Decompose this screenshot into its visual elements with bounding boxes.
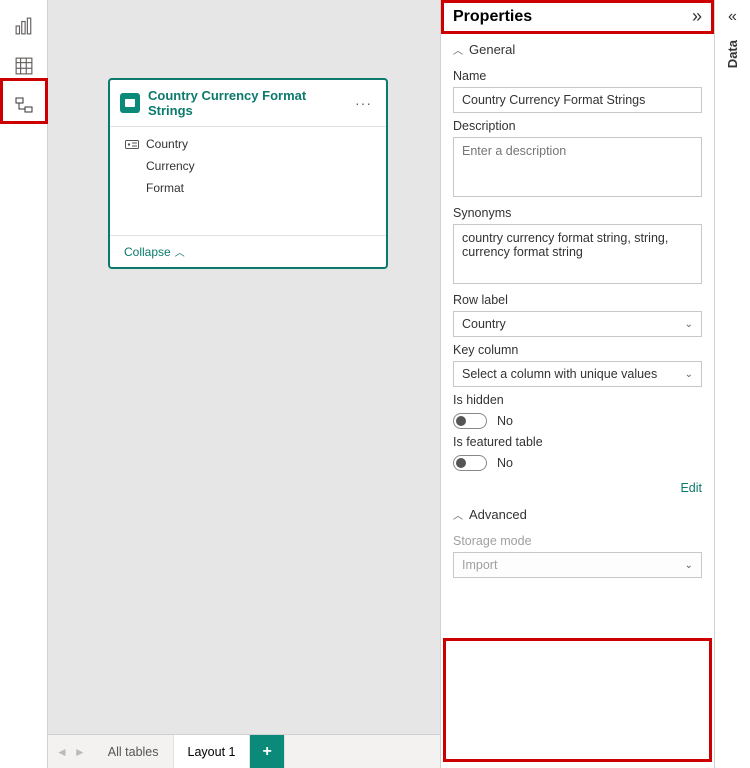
chevron-up-icon: ︿	[453, 42, 463, 57]
key-column-select[interactable]: Select a column with unique values ⌄	[453, 361, 702, 387]
model-canvas[interactable]: Country Currency Format Strings ··· Coun…	[48, 0, 440, 734]
row-label-label: Row label	[453, 293, 702, 307]
storage-mode-value: Import	[462, 558, 497, 572]
properties-header-highlight	[441, 0, 714, 34]
tab-layout-1[interactable]: Layout 1	[174, 735, 251, 768]
table-collapse-button[interactable]: Collapse ︿	[110, 235, 386, 267]
chevron-down-icon: ⌄	[685, 369, 693, 380]
field-name: Country	[146, 137, 188, 151]
storage-mode-label: Storage mode	[453, 534, 702, 548]
key-column-label: Key column	[453, 343, 702, 357]
table-card-title: Country Currency Format Strings	[148, 88, 351, 118]
is-hidden-toggle[interactable]	[453, 413, 487, 429]
featured-toggle[interactable]	[453, 455, 487, 471]
is-hidden-label: Is hidden	[453, 393, 702, 407]
table-entity-icon	[120, 93, 140, 113]
table-card-header[interactable]: Country Currency Format Strings ···	[110, 80, 386, 127]
row-label-value: Country	[462, 317, 506, 331]
table-fields-list: Country Currency Format	[110, 127, 386, 235]
name-label: Name	[453, 69, 702, 83]
table-card[interactable]: Country Currency Format Strings ··· Coun…	[108, 78, 388, 269]
row-label-select[interactable]: Country ⌄	[453, 311, 702, 337]
chevron-down-icon: ⌄	[685, 560, 693, 571]
table-field[interactable]: Currency	[110, 155, 386, 177]
table-field[interactable]: Format	[110, 177, 386, 199]
layout-tabs-bar: ◄ ► All tables Layout 1 +	[48, 734, 440, 768]
table-field[interactable]: Country	[110, 133, 386, 155]
section-title-advanced: Advanced	[469, 507, 527, 522]
name-input[interactable]	[453, 87, 702, 113]
table-icon	[15, 57, 33, 75]
description-label: Description	[453, 119, 702, 133]
data-pane-label: Data	[725, 40, 740, 68]
tab-nav-arrows: ◄ ►	[48, 735, 94, 768]
is-hidden-value: No	[497, 414, 513, 428]
collapse-label: Collapse	[124, 245, 171, 259]
table-card-menu[interactable]: ···	[351, 95, 376, 111]
synonyms-input[interactable]: country currency format string, string, …	[453, 224, 702, 284]
chevron-down-icon: ⌄	[685, 319, 693, 330]
advanced-section-header[interactable]: ︿ Advanced	[453, 501, 702, 528]
tab-add-layout[interactable]: +	[250, 735, 284, 768]
general-section-header[interactable]: ︿ General	[453, 36, 702, 63]
report-view-button[interactable]	[6, 8, 42, 44]
model-view-highlight	[0, 78, 48, 124]
field-name: Currency	[146, 159, 195, 173]
tab-next-icon[interactable]: ►	[74, 745, 86, 759]
storage-mode-select: Import ⌄	[453, 552, 702, 578]
bar-chart-icon	[15, 17, 33, 35]
chevron-up-icon: ︿	[453, 507, 463, 522]
data-pane-collapsed: « Data	[714, 0, 750, 768]
chevron-up-icon: ︿	[175, 244, 185, 259]
field-name: Format	[146, 181, 184, 195]
tab-prev-icon[interactable]: ◄	[56, 745, 68, 759]
advanced-section-highlight	[443, 638, 712, 762]
key-column-value: Select a column with unique values	[462, 367, 657, 381]
properties-pane: Properties » ︿ General Name Description …	[440, 0, 714, 768]
expand-data-pane-button[interactable]: «	[728, 8, 737, 26]
section-title-general: General	[469, 42, 515, 57]
tab-all-tables[interactable]: All tables	[94, 735, 174, 768]
featured-value: No	[497, 456, 513, 470]
key-field-icon	[124, 137, 140, 151]
edit-link[interactable]: Edit	[453, 481, 702, 495]
description-input[interactable]	[453, 137, 702, 197]
synonyms-label: Synonyms	[453, 206, 702, 220]
featured-label: Is featured table	[453, 435, 702, 449]
